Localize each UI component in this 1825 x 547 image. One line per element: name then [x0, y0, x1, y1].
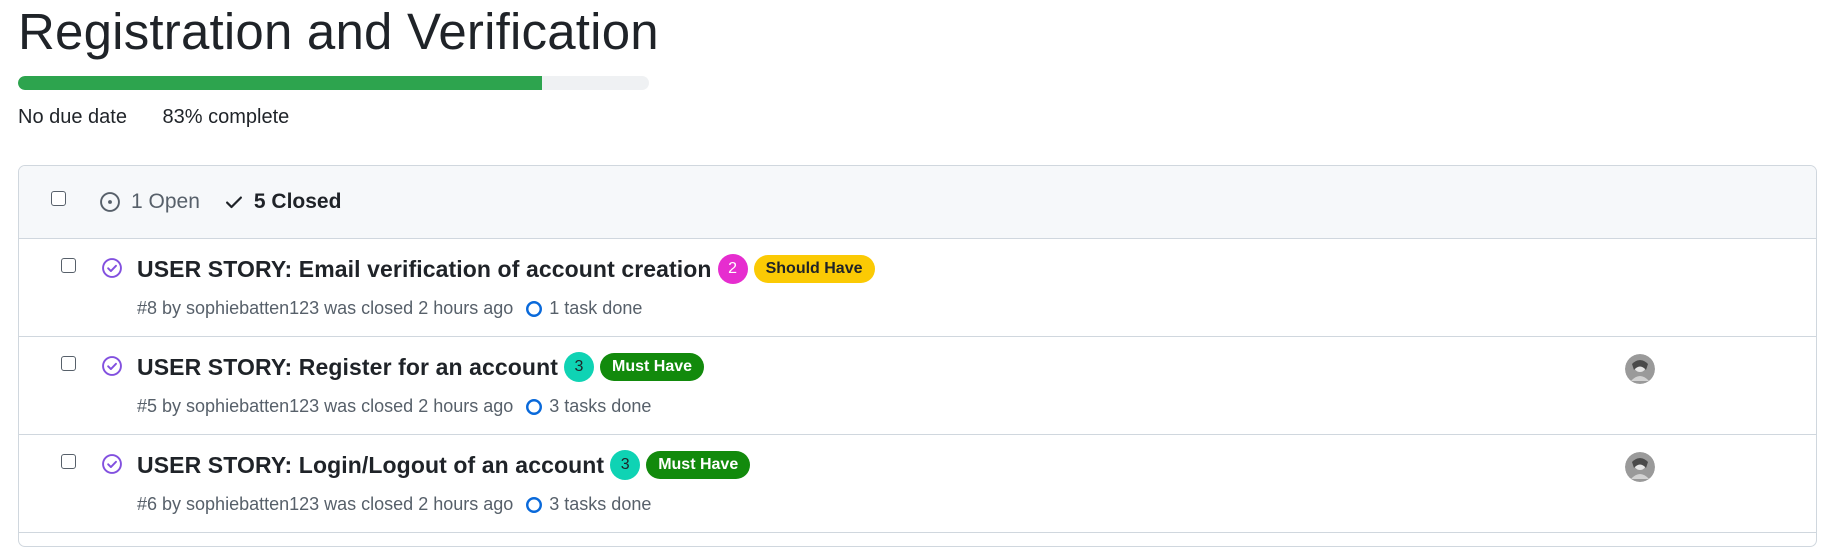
- task-count: 3 tasks done: [549, 396, 652, 416]
- story-points-label[interactable]: 2: [717, 254, 748, 284]
- issues-header: 1 Open 5 Closed: [19, 166, 1816, 239]
- priority-label[interactable]: Should Have: [753, 255, 875, 283]
- open-filter[interactable]: 1 Open: [99, 190, 200, 214]
- task-progress: 3 tasks done: [525, 396, 651, 417]
- check-icon: [224, 192, 244, 212]
- issue-checkbox[interactable]: [61, 258, 76, 273]
- milestone-progress-bar: [18, 76, 649, 90]
- issue-row[interactable]: USER STORY: Email verification of accoun…: [19, 239, 1816, 337]
- complete-label: complete: [208, 106, 290, 128]
- priority-label[interactable]: Must Have: [599, 353, 705, 381]
- task-count: 3 tasks done: [549, 494, 652, 514]
- issue-meta: #5 by sophiebatten123 was closed 2 hours…: [137, 396, 514, 416]
- issue-row[interactable]: USER STORY: Login/Logout of an account 3…: [19, 435, 1816, 533]
- progress-fill: [18, 76, 542, 90]
- task-progress: 1 task done: [525, 298, 642, 319]
- closed-filter[interactable]: 5 Closed: [224, 190, 342, 214]
- issue-meta: #6 by sophiebatten123 was closed 2 hours…: [137, 494, 514, 514]
- select-all-checkbox[interactable]: [51, 191, 66, 206]
- milestone-meta: No due date 83% complete: [18, 106, 289, 129]
- milestone-title: Registration and Verification: [18, 3, 659, 60]
- task-progress-icon: [525, 300, 543, 318]
- story-points-label[interactable]: 3: [563, 352, 594, 382]
- issue-closed-icon: [101, 355, 123, 382]
- issue-checkbox[interactable]: [61, 356, 76, 371]
- issue-row[interactable]: USER STORY: Register for an account 3 Mu…: [19, 337, 1816, 435]
- issue-title-link[interactable]: USER STORY: Register for an account: [137, 354, 558, 381]
- assignee-avatar[interactable]: [1625, 452, 1655, 482]
- story-points-label[interactable]: 3: [610, 450, 641, 480]
- priority-label[interactable]: Must Have: [646, 451, 751, 479]
- open-count-label: 1 Open: [131, 190, 200, 213]
- task-progress-icon: [525, 398, 543, 416]
- issue-closed-icon: [101, 257, 123, 284]
- assignee-avatar[interactable]: [1625, 354, 1655, 384]
- issue-open-icon: [99, 191, 121, 213]
- issue-title-link[interactable]: USER STORY: Login/Logout of an account: [137, 452, 604, 479]
- percent-complete: 83% complete: [163, 106, 290, 128]
- issue-closed-icon: [101, 453, 123, 480]
- issues-panel: 1 Open 5 Closed USER STORY: Email verifi…: [18, 165, 1817, 547]
- task-count: 1 task done: [549, 298, 643, 318]
- task-progress-icon: [525, 496, 543, 514]
- task-progress: 3 tasks done: [525, 494, 651, 515]
- due-date-text: No due date: [18, 106, 127, 128]
- percent-value: 83%: [162, 106, 203, 128]
- closed-count-label: 5 Closed: [253, 190, 342, 213]
- issue-checkbox[interactable]: [61, 454, 76, 469]
- issue-title-link[interactable]: USER STORY: Email verification of accoun…: [137, 256, 712, 283]
- issue-meta: #8 by sophiebatten123 was closed 2 hours…: [137, 298, 514, 318]
